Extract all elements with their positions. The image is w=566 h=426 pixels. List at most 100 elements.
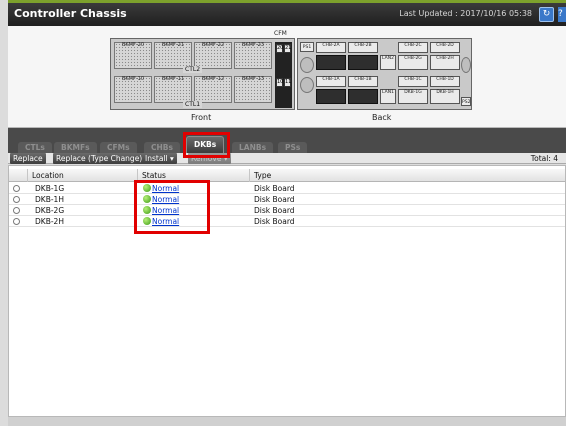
- row-select-radio[interactable]: [13, 196, 20, 203]
- chb-1a[interactable]: CHB-1A: [316, 76, 346, 87]
- bay-label: BKMF-12: [201, 76, 225, 82]
- bay-bkmf-12[interactable]: BKMF-12: [194, 76, 232, 103]
- cfm-20[interactable]: 20: [276, 44, 283, 53]
- help-icon[interactable]: ?: [558, 7, 566, 22]
- row-select-radio[interactable]: [13, 185, 20, 192]
- tab-chbs[interactable]: CHBs: [144, 142, 180, 153]
- bottom-bar: [8, 417, 566, 426]
- install-label: Install: [145, 154, 168, 163]
- type-cell: Disk Board: [254, 217, 295, 226]
- bay-bkmf-20[interactable]: BKMF-20: [114, 42, 152, 69]
- refresh-icon[interactable]: ↻: [539, 7, 554, 22]
- ctl2-back-module-b: [348, 55, 378, 70]
- tab-lanbs[interactable]: LANBs: [232, 142, 274, 153]
- chb-2b[interactable]: CHB-2B: [348, 42, 378, 53]
- bay-bkmf-11[interactable]: BKMF-11: [154, 76, 192, 103]
- chassis-diagram: BKMF-20 BKMF-21 BKMF-22 BKMF-23 CTL2 BKM…: [8, 26, 566, 128]
- cfm-11[interactable]: 11: [284, 78, 291, 87]
- dkb-1h-back[interactable]: DKB-1H: [430, 89, 460, 104]
- row-select-radio[interactable]: [13, 218, 20, 225]
- bay-label: BKMF-21: [161, 42, 185, 48]
- bay-bkmf-23[interactable]: BKMF-23: [234, 42, 272, 69]
- location-cell: DKB-1G: [35, 184, 65, 193]
- bay-bkmf-10[interactable]: BKMF-10: [114, 76, 152, 103]
- chb-2a[interactable]: CHB-2A: [316, 42, 346, 53]
- status-cell: Normal: [139, 183, 179, 194]
- tab-bkmfs[interactable]: BKMFs: [54, 142, 97, 153]
- status-cell: Normal: [139, 216, 179, 227]
- chb-2g[interactable]: CHB-2G: [398, 55, 428, 70]
- type-cell: Disk Board: [254, 206, 295, 215]
- tab-cfms[interactable]: CFMs: [100, 142, 137, 153]
- table-row[interactable]: DKB-2H Normal Disk Board: [9, 216, 565, 227]
- status-normal-icon: [143, 184, 151, 192]
- table-row[interactable]: DKB-1H Normal Disk Board: [9, 194, 565, 205]
- status-cell: Normal: [139, 194, 179, 205]
- total-count: Total: 4: [530, 154, 558, 163]
- title-bar: Controller Chassis Last Updated : 2017/1…: [8, 0, 566, 26]
- chb-1b[interactable]: CHB-1B: [348, 76, 378, 87]
- ps1-label[interactable]: PS1: [300, 42, 314, 52]
- chb-2d[interactable]: CHB-2D: [430, 42, 460, 53]
- bay-label: BKMF-20: [121, 42, 145, 48]
- front-panel: BKMF-20 BKMF-21 BKMF-22 BKMF-23 CTL2 BKM…: [110, 38, 295, 110]
- chb-2h[interactable]: CHB-2H: [430, 55, 460, 70]
- remove-button[interactable]: Remove ▾: [188, 153, 231, 164]
- tab-ctls[interactable]: CTLs: [18, 142, 52, 153]
- location-cell: DKB-1H: [35, 195, 64, 204]
- page-title: Controller Chassis: [14, 7, 127, 20]
- status-link[interactable]: Normal: [152, 184, 179, 193]
- ctl1-back-module-b: [348, 89, 378, 104]
- location-cell: DKB-2H: [35, 217, 64, 226]
- status-normal-icon: [143, 195, 151, 203]
- column-header-type[interactable]: Type: [249, 169, 565, 182]
- bay-bkmf-21[interactable]: BKMF-21: [154, 42, 192, 69]
- app-window: Controller Chassis Last Updated : 2017/1…: [0, 0, 566, 426]
- lan1[interactable]: LAN1: [380, 89, 396, 104]
- table-row[interactable]: DKB-1G Normal Disk Board: [9, 183, 565, 194]
- status-link[interactable]: Normal: [152, 195, 179, 204]
- chb-2c[interactable]: CHB-2C: [398, 42, 428, 53]
- bay-bkmf-13[interactable]: BKMF-13: [234, 76, 272, 103]
- lan2[interactable]: LAN2: [380, 55, 396, 70]
- status-normal-icon: [143, 217, 151, 225]
- install-button[interactable]: Install ▾: [142, 153, 177, 164]
- status-link[interactable]: Normal: [152, 206, 179, 215]
- column-header-location[interactable]: Location: [27, 169, 137, 182]
- cfm-21[interactable]: 21: [284, 44, 291, 53]
- dkb-1g-back[interactable]: DKB-1G: [398, 89, 428, 104]
- type-cell: Disk Board: [254, 184, 295, 193]
- row-select-radio[interactable]: [13, 207, 20, 214]
- location-cell: DKB-2G: [35, 206, 65, 215]
- tab-bar: CTLs BKMFs CFMs CHBs DKBs LANBs PSs: [8, 128, 566, 153]
- fan-left-top: [300, 57, 314, 73]
- bay-label: BKMF-13: [241, 76, 265, 82]
- bay-label: BKMF-11: [161, 76, 185, 82]
- tab-pss[interactable]: PSs: [278, 142, 308, 153]
- back-caption: Back: [372, 113, 392, 122]
- dropdown-caret-icon: ▾: [223, 154, 228, 163]
- status-link[interactable]: Normal: [152, 217, 179, 226]
- bay-label: BKMF-22: [201, 42, 225, 48]
- ps2-label[interactable]: PS2: [461, 97, 471, 106]
- tab-dkbs[interactable]: DKBs: [186, 136, 225, 153]
- table-row[interactable]: DKB-2G Normal Disk Board: [9, 205, 565, 216]
- ctl2-back-module: [316, 55, 346, 70]
- ctl2-label: CTL2: [183, 66, 203, 73]
- bay-bkmf-22[interactable]: BKMF-22: [194, 42, 232, 69]
- back-panel: PS1 CHB-2A CHB-2B CHB-2C CHB-2D LAN2 CHB…: [297, 38, 472, 110]
- type-cell: Disk Board: [254, 195, 295, 204]
- replace-button[interactable]: Replace: [10, 153, 46, 164]
- replace-type-change-button[interactable]: Replace (Type Change): [53, 153, 146, 164]
- fan-left-bottom: [300, 77, 314, 93]
- bay-label: BKMF-10: [121, 76, 145, 82]
- cfm-10[interactable]: 10: [276, 78, 283, 87]
- cfm-label: CFM: [274, 30, 287, 37]
- fan-right-top: [461, 57, 471, 73]
- chb-1c[interactable]: CHB-1C: [398, 76, 428, 87]
- ctl1-label: CTL1: [183, 101, 203, 108]
- column-header-select: [9, 169, 27, 182]
- column-header-status[interactable]: Status: [137, 169, 249, 182]
- chb-1d[interactable]: CHB-1D: [430, 76, 460, 87]
- remove-label: Remove: [191, 154, 222, 163]
